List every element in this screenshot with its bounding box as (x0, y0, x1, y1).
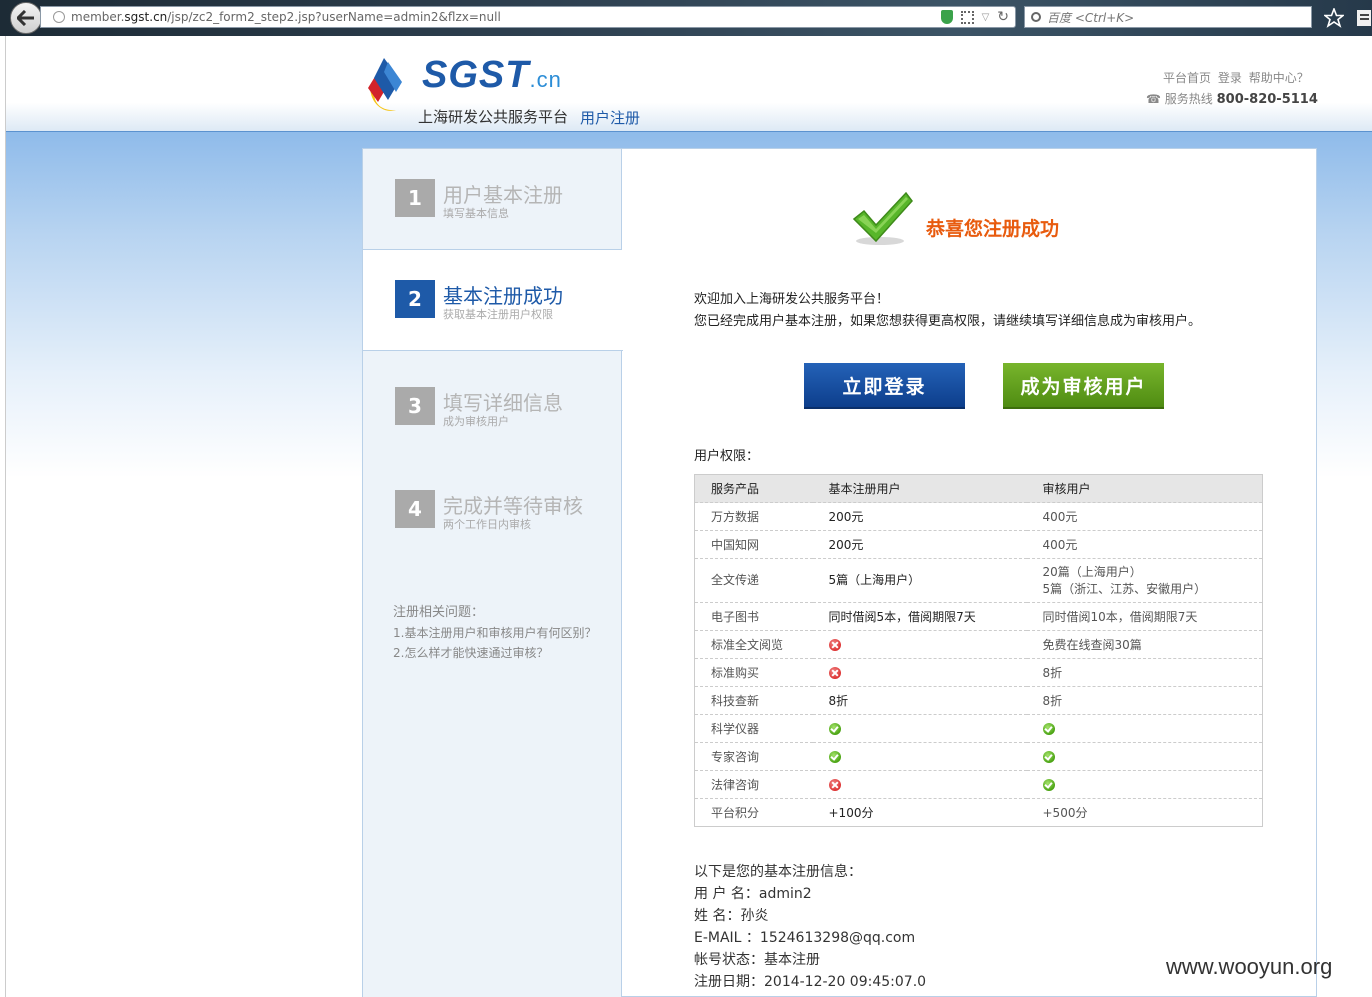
menu-icon[interactable] (1355, 8, 1372, 28)
faq: 注册相关问题： 1.基本注册用户和审核用户有何区别？ 2.怎么样才能快速通过审核… (393, 603, 596, 663)
dropdown-icon[interactable]: ▽ (982, 12, 990, 23)
check-icon (828, 723, 841, 735)
main-panel: 1 用户基本注册 填写基本信息 2 基本注册成功 获取基本注册用户权限 3 填写… (362, 148, 1317, 997)
column-header: 审核用户 (1026, 474, 1263, 503)
permissions-table: 服务产品 基本注册用户 审核用户 万方数据 200元 400元 中国知网 200… (694, 474, 1263, 827)
checkmark-icon (852, 191, 913, 245)
welcome-text: 欢迎加入上海研发公共服务平台！ 您已经完成用户基本注册，如果您想获得更高权限，请… (694, 292, 1202, 329)
table-row: 标准购买 8折 (694, 658, 1263, 687)
step-title: 用户基本注册 (443, 183, 563, 207)
faq-link[interactable]: 1.基本注册用户和审核用户有何区别？ (393, 623, 596, 643)
table-row: 平台积分 +100分 +500分 (694, 798, 1263, 827)
refresh-icon[interactable]: ↻ (997, 9, 1009, 25)
faq-title: 注册相关问题： (393, 605, 485, 620)
step-subtitle: 填写基本信息 (443, 207, 509, 220)
cross-icon (828, 667, 841, 679)
logo-wordmark: SGST.cn (422, 54, 562, 96)
step-title: 基本注册成功 (443, 284, 563, 308)
cross-icon (828, 779, 841, 791)
success-message: 恭喜您注册成功 (926, 218, 1060, 240)
column-header: 服务产品 (694, 474, 813, 503)
search-placeholder: 百度 <Ctrl+K> (1047, 10, 1135, 25)
table-row: 全文传递 5篇（上海用户） 20篇（上海用户） 5篇（浙江、江苏、安徽用户） (694, 558, 1263, 603)
step-number: 1 (395, 179, 435, 217)
step-4: 4 完成并等待审核 两个工作日内审核 (363, 453, 622, 554)
step-3: 3 填写详细信息 成为审核用户 (363, 351, 622, 452)
success-banner: 恭喜您注册成功 (850, 189, 1110, 253)
column-header: 基本注册用户 (812, 474, 1027, 503)
table-row: 万方数据 200元 400元 (694, 502, 1263, 531)
site-logo[interactable]: SGST.cn 上海研发公共服务平台 用户注册 (362, 52, 662, 127)
step-subtitle: 成为审核用户 (443, 415, 509, 428)
arrow-left-icon (17, 10, 34, 26)
table-row: 法律咨询 (694, 770, 1263, 799)
table-row: 标准全文阅览 免费在线查阅30篇 (694, 630, 1263, 659)
check-icon (1042, 723, 1055, 735)
step-subtitle: 获取基本注册用户权限 (443, 308, 553, 321)
watermark: www.wooyun.org (1166, 954, 1333, 979)
link-home[interactable]: 平台首页 (1163, 71, 1211, 85)
faq-link[interactable]: 2.怎么样才能快速通过审核？ (393, 643, 596, 663)
phone-icon: ☎ (1146, 92, 1161, 106)
globe-icon (53, 11, 65, 23)
table-row: 电子图书 同时借阅5本，借阅期限7天 同时借阅10本，借阅期限7天 (694, 602, 1263, 631)
hotline: ☎ 服务热线 800-820-5114 (1146, 92, 1318, 107)
login-button[interactable]: 立即登录 (804, 363, 965, 409)
back-button[interactable] (10, 2, 42, 34)
step-title: 完成并等待审核 (443, 494, 583, 518)
reg-email: E-MAIL ：1524613298@qq.com (694, 930, 916, 946)
step-number: 2 (395, 280, 435, 318)
content: 恭喜您注册成功 欢迎加入上海研发公共服务平台！ 您已经完成用户基本注册，如果您想… (622, 149, 1316, 997)
url-text: member.sgst.cn/jsp/zc2_form2_step2.jsp?u… (71, 10, 501, 24)
step-number: 4 (395, 490, 435, 528)
registration-info: 以下是您的基本注册信息： 用 户 名：admin2 姓 名：孙炎 E-MAIL … (694, 861, 926, 993)
section-title: 用户注册 (580, 109, 641, 127)
hotline-number: 800-820-5114 (1216, 92, 1318, 107)
check-icon (828, 751, 841, 763)
table-row: 科技查新 8折 8折 (694, 686, 1263, 715)
step-title: 填写详细信息 (443, 391, 563, 415)
search-icon (1031, 12, 1041, 22)
address-bar[interactable]: member.sgst.cn/jsp/zc2_form2_step2.jsp?u… (40, 6, 1016, 28)
reg-status: 帐号状态：基本注册 (694, 952, 820, 968)
check-icon (1042, 779, 1055, 791)
table-row: 中国知网 200元 400元 (694, 530, 1263, 559)
step-1: 1 用户基本注册 填写基本信息 (363, 149, 622, 250)
step-number: 3 (395, 387, 435, 425)
bookmark-star-icon[interactable] (1324, 8, 1344, 28)
reg-name: 姓 名：孙炎 (694, 908, 769, 924)
table-row: 科学仪器 (694, 714, 1263, 743)
step-subtitle: 两个工作日内审核 (443, 518, 531, 531)
cross-icon (828, 639, 841, 651)
top-links: 平台首页 登录 帮助中心？ (1163, 69, 1312, 86)
logo-subtitle: 上海研发公共服务平台 (418, 108, 569, 126)
sgst-logo-icon (368, 58, 402, 111)
qr-code-icon[interactable] (960, 10, 974, 24)
become-audited-user-button[interactable]: 成为审核用户 (1003, 363, 1164, 409)
steps-sidebar: 1 用户基本注册 填写基本信息 2 基本注册成功 获取基本注册用户权限 3 填写… (363, 149, 623, 997)
reg-username: 用 户 名：admin2 (694, 886, 812, 902)
link-login[interactable]: 登录 (1218, 71, 1242, 85)
search-bar[interactable]: 百度 <Ctrl+K> (1024, 6, 1312, 28)
page: SGST.cn 上海研发公共服务平台 用户注册 平台首页 登录 帮助中心？ ☎ … (6, 36, 1372, 997)
permissions-title: 用户权限： (694, 449, 760, 464)
shield-icon[interactable] (940, 10, 953, 24)
check-icon (1042, 751, 1055, 763)
reg-date: 注册日期：2014-12-20 09:45:07.0 (694, 974, 927, 990)
link-help[interactable]: 帮助中心？ (1249, 71, 1309, 85)
reg-info-title: 以下是您的基本注册信息： (694, 864, 862, 880)
table-header-row: 服务产品 基本注册用户 审核用户 (694, 474, 1263, 503)
browser-toolbar: member.sgst.cn/jsp/zc2_form2_step2.jsp?u… (0, 0, 1372, 36)
table-row: 专家咨询 (694, 742, 1263, 771)
step-2: 2 基本注册成功 获取基本注册用户权限 (363, 250, 623, 351)
